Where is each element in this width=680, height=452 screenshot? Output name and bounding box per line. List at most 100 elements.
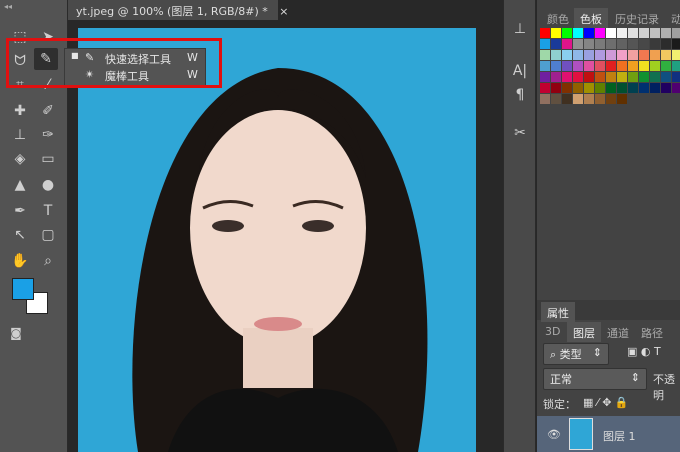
close-tab-icon[interactable]: ×	[279, 5, 288, 18]
color-swatch[interactable]	[606, 28, 616, 38]
color-swatch[interactable]	[573, 94, 583, 104]
color-swatch[interactable]	[617, 83, 627, 93]
layer-row[interactable]: 👁 图层 1	[537, 416, 680, 452]
color-swatch[interactable]	[562, 50, 572, 60]
healing-brush-icon[interactable]: ✚	[8, 100, 32, 122]
color-swatch[interactable]	[661, 28, 671, 38]
color-swatch[interactable]	[672, 83, 680, 93]
character-icon[interactable]: A|	[508, 60, 532, 82]
color-swatch[interactable]	[606, 83, 616, 93]
color-swatch[interactable]	[540, 83, 550, 93]
pen-tool-icon[interactable]: ✒	[8, 200, 32, 222]
tab-paths[interactable]: 路径	[635, 322, 669, 342]
color-swatch[interactable]	[628, 72, 638, 82]
color-swatch[interactable]	[573, 39, 583, 49]
collapse-button[interactable]: ◂◂	[4, 2, 12, 11]
layer-filter-select[interactable]: ⌕ 类型 ⇕	[543, 343, 609, 365]
document-tab[interactable]: yt.jpeg @ 100% (图层 1, RGB/8#) * ×	[68, 0, 288, 20]
visibility-eye-icon[interactable]: 👁	[547, 428, 561, 441]
tab-history[interactable]: 历史记录	[609, 8, 665, 28]
color-swatch[interactable]	[551, 28, 561, 38]
color-swatch[interactable]	[628, 83, 638, 93]
color-swatch[interactable]	[628, 61, 638, 71]
shape-tool-icon[interactable]: ▢	[36, 224, 60, 246]
color-swatch[interactable]	[617, 61, 627, 71]
hand-tool-icon[interactable]: ✋	[8, 250, 32, 272]
tab-swatches[interactable]: 色板	[574, 8, 608, 28]
color-swatch[interactable]	[606, 72, 616, 82]
image-filter-icon[interactable]: ▣ ◐ T	[627, 345, 661, 358]
color-swatch[interactable]	[562, 61, 572, 71]
tab-color[interactable]: 颜色	[541, 8, 575, 28]
color-swatch[interactable]	[540, 72, 550, 82]
color-swatch[interactable]	[628, 39, 638, 49]
color-swatch[interactable]	[584, 94, 594, 104]
color-swatch[interactable]	[661, 39, 671, 49]
color-swatch[interactable]	[540, 94, 550, 104]
color-swatch[interactable]	[551, 50, 561, 60]
color-swatch[interactable]	[595, 72, 605, 82]
color-swatch[interactable]	[617, 39, 627, 49]
eraser-tool-icon[interactable]: ◈	[8, 148, 32, 170]
tab-3d[interactable]: 3D	[539, 322, 566, 342]
color-swatch[interactable]	[672, 39, 680, 49]
color-swatch[interactable]	[650, 39, 660, 49]
tools-icon[interactable]: ✂	[508, 122, 532, 144]
color-swatch[interactable]	[540, 50, 550, 60]
tab-layers[interactable]: 图层	[567, 322, 601, 342]
color-swatch[interactable]	[672, 61, 680, 71]
color-swatch[interactable]	[573, 61, 583, 71]
properties-title[interactable]: 属性	[541, 302, 575, 322]
color-swatch[interactable]	[672, 28, 680, 38]
color-swatch[interactable]	[595, 61, 605, 71]
quick-mask-icon[interactable]: ◙	[4, 322, 28, 344]
color-swatch[interactable]	[584, 39, 594, 49]
color-swatch[interactable]	[650, 61, 660, 71]
color-swatch[interactable]	[584, 28, 594, 38]
tool-presets-icon[interactable]: ⊥	[508, 18, 532, 40]
color-swatch[interactable]	[650, 28, 660, 38]
color-swatch[interactable]	[617, 50, 627, 60]
path-selection-icon[interactable]: ↖	[8, 224, 32, 246]
color-swatch[interactable]	[639, 39, 649, 49]
gradient-tool-icon[interactable]: ▭	[36, 148, 60, 170]
color-swatch[interactable]	[562, 39, 572, 49]
color-swatch[interactable]	[562, 72, 572, 82]
color-swatch[interactable]	[595, 28, 605, 38]
color-swatch[interactable]	[628, 28, 638, 38]
color-swatch[interactable]	[584, 61, 594, 71]
color-swatch[interactable]	[540, 61, 550, 71]
color-swatch[interactable]	[672, 72, 680, 82]
color-swatch[interactable]	[606, 94, 616, 104]
color-swatch[interactable]	[584, 50, 594, 60]
lock-icons[interactable]: ▦ ⁄ ✥ 🔒	[583, 396, 629, 409]
color-swatch[interactable]	[551, 72, 561, 82]
stamp-tool-icon[interactable]: ⊥	[8, 124, 32, 146]
color-swatch[interactable]	[562, 94, 572, 104]
color-swatch[interactable]	[672, 50, 680, 60]
color-swatch[interactable]	[650, 50, 660, 60]
color-swatch[interactable]	[639, 28, 649, 38]
color-swatch[interactable]	[661, 83, 671, 93]
color-swatch[interactable]	[551, 39, 561, 49]
dodge-tool-icon[interactable]: ●	[36, 174, 60, 196]
color-swatch[interactable]	[584, 83, 594, 93]
color-swatch[interactable]	[617, 94, 627, 104]
color-swatch[interactable]	[617, 28, 627, 38]
color-swatch[interactable]	[551, 61, 561, 71]
tab-channels[interactable]: 通道	[601, 322, 635, 342]
color-swatch[interactable]	[551, 83, 561, 93]
history-brush-icon[interactable]: ✑	[36, 124, 60, 146]
blend-mode-select[interactable]: 正常 ⇕	[543, 368, 647, 390]
color-swatch[interactable]	[606, 39, 616, 49]
color-swatch[interactable]	[661, 72, 671, 82]
color-swatch[interactable]	[540, 39, 550, 49]
color-swatch[interactable]	[595, 94, 605, 104]
zoom-tool-icon[interactable]: ⌕	[36, 250, 60, 272]
color-swatch[interactable]	[639, 61, 649, 71]
color-swatch[interactable]	[628, 50, 638, 60]
color-swatch[interactable]	[573, 72, 583, 82]
color-swatch[interactable]	[606, 50, 616, 60]
color-swatch[interactable]	[661, 61, 671, 71]
color-swatch[interactable]	[595, 50, 605, 60]
